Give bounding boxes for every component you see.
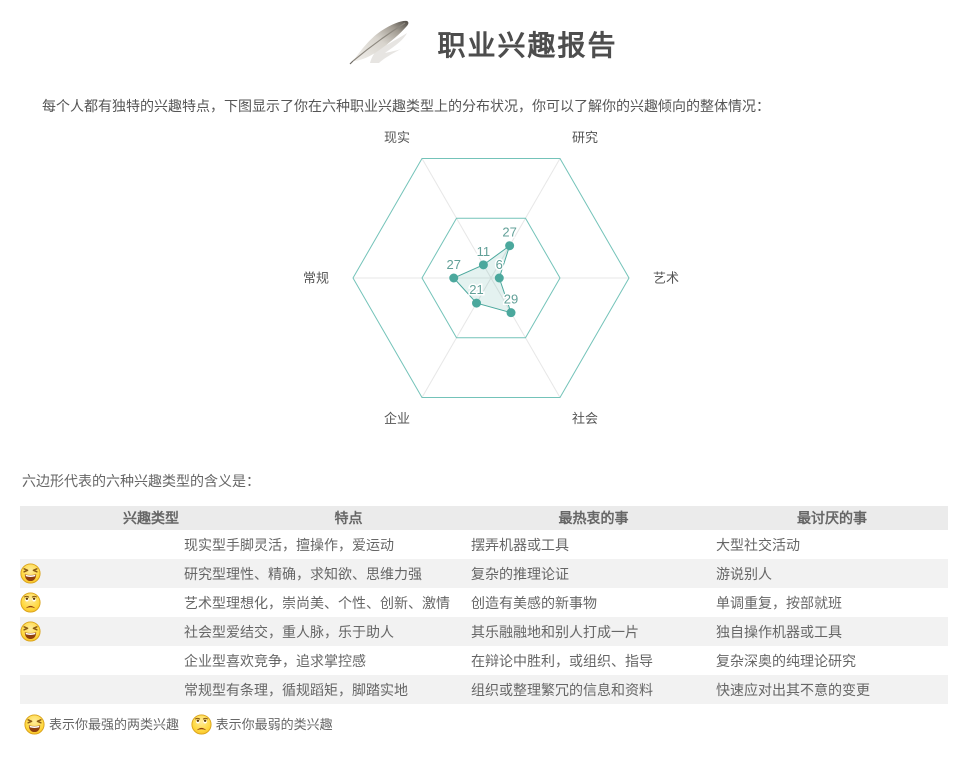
col-header-emoji bbox=[20, 506, 76, 530]
interest-type-cell: 社会型 bbox=[76, 617, 226, 646]
col-header-trait: 特点 bbox=[226, 506, 471, 530]
radar-data-point[interactable] bbox=[449, 274, 458, 283]
table-row: 社会型爱结交，重人脉，乐于助人其乐融融地和别人打成一片独自操作机器或工具 bbox=[20, 617, 948, 646]
radar-value-label: 27 bbox=[446, 257, 460, 272]
emoji-cell-empty bbox=[20, 530, 76, 559]
interest-type-cell: 常规型 bbox=[76, 675, 226, 704]
radar-category-label: 现实 bbox=[383, 130, 409, 145]
strong-interest-emoji-icon bbox=[20, 559, 76, 588]
favorite-cell: 在辩论中胜利，或组织、指导 bbox=[471, 646, 716, 675]
dislike-cell: 大型社交活动 bbox=[716, 530, 948, 559]
intro-text: 每个人都有独特的兴趣特点，下图显示了你在六种职业兴趣类型上的分布状况，你可以了解… bbox=[42, 96, 967, 116]
table-row: 现实型手脚灵活，擅操作，爱运动摆弄机器或工具大型社交活动 bbox=[20, 530, 948, 559]
radar-data-point[interactable] bbox=[506, 308, 515, 317]
dislike-cell: 独自操作机器或工具 bbox=[716, 617, 948, 646]
table-row: 艺术型理想化，崇尚美、个性、创新、激情创造有美感的新事物单调重复，按部就班 bbox=[20, 588, 948, 617]
dislike-cell: 快速应对出其不意的变更 bbox=[716, 675, 948, 704]
table-header-row: 兴趣类型 特点 最热衷的事 最讨厌的事 bbox=[20, 506, 948, 530]
col-header-interest-type: 兴趣类型 bbox=[76, 506, 226, 530]
table-row: 研究型理性、精确，求知欲、思维力强复杂的推理论证游说别人 bbox=[20, 559, 948, 588]
radar-category-label: 常规 bbox=[302, 271, 328, 286]
legend-strong-label: 表示你最强的两类兴趣 bbox=[49, 717, 179, 732]
trait-cell: 爱结交，重人脉，乐于助人 bbox=[226, 617, 471, 646]
dislike-cell: 游说别人 bbox=[716, 559, 948, 588]
radar-data-point[interactable] bbox=[494, 274, 503, 283]
trait-cell: 理性、精确，求知欲、思维力强 bbox=[226, 559, 471, 588]
strong-interest-emoji-icon bbox=[24, 717, 49, 732]
interest-type-cell: 企业型 bbox=[76, 646, 226, 675]
col-header-dislike: 最讨厌的事 bbox=[716, 506, 948, 530]
trait-cell: 有条理，循规蹈矩，脚踏实地 bbox=[226, 675, 471, 704]
trait-cell: 喜欢竞争，追求掌控感 bbox=[226, 646, 471, 675]
radar-value-label: 29 bbox=[503, 292, 517, 307]
interest-type-cell: 研究型 bbox=[76, 559, 226, 588]
weak-interest-emoji-icon bbox=[191, 717, 216, 732]
emoji-cell-empty bbox=[20, 675, 76, 704]
feather-icon bbox=[349, 19, 413, 70]
interest-type-cell: 艺术型 bbox=[76, 588, 226, 617]
radar-value-label: 27 bbox=[502, 225, 516, 240]
radar-value-label: 21 bbox=[469, 282, 483, 297]
dislike-cell: 复杂深奥的纯理论研究 bbox=[716, 646, 948, 675]
radar-category-label: 艺术 bbox=[653, 271, 679, 286]
radar-chart-svg: 11 27 6 29 21 27 现实 研究艺术社会 企业 常规 bbox=[281, 124, 701, 454]
col-header-favorite: 最热衷的事 bbox=[471, 506, 716, 530]
radar-data-point[interactable] bbox=[472, 299, 481, 308]
emoji-cell-empty bbox=[20, 646, 76, 675]
radar-value-label: 11 bbox=[476, 244, 490, 259]
legend-weak-label: 表示你最弱的类兴趣 bbox=[216, 717, 333, 732]
radar-data-point[interactable] bbox=[505, 241, 514, 250]
favorite-cell: 创造有美感的新事物 bbox=[471, 588, 716, 617]
favorite-cell: 摆弄机器或工具 bbox=[471, 530, 716, 559]
weak-interest-emoji-icon bbox=[20, 588, 76, 617]
favorite-cell: 组织或整理繁冗的信息和资料 bbox=[471, 675, 716, 704]
legend: 表示你最强的两类兴趣 表示你最弱的类兴趣 bbox=[24, 714, 967, 735]
table-row: 常规型有条理，循规蹈矩，脚踏实地组织或整理繁冗的信息和资料快速应对出其不意的变更 bbox=[20, 675, 948, 704]
radar-category-label: 社会 bbox=[572, 411, 598, 426]
favorite-cell: 其乐融融地和别人打成一片 bbox=[471, 617, 716, 646]
page-title: 职业兴趣报告 bbox=[437, 24, 617, 64]
strong-interest-emoji-icon bbox=[20, 617, 76, 646]
table-row: 企业型喜欢竞争，追求掌控感在辩论中胜利，或组织、指导复杂深奥的纯理论研究 bbox=[20, 646, 948, 675]
favorite-cell: 复杂的推理论证 bbox=[471, 559, 716, 588]
trait-cell: 理想化，崇尚美、个性、创新、激情 bbox=[226, 588, 471, 617]
radar-data-point[interactable] bbox=[478, 260, 487, 269]
radar-category-label: 研究 bbox=[572, 130, 598, 145]
career-interest-report-page: 职业兴趣报告 每个人都有独特的兴趣特点，下图显示了你在六种职业兴趣类型上的分布状… bbox=[0, 0, 967, 759]
interest-type-cell: 现实型 bbox=[76, 530, 226, 559]
dislike-cell: 单调重复，按部就班 bbox=[716, 588, 948, 617]
interest-types-table: 兴趣类型 特点 最热衷的事 最讨厌的事 现实型手脚灵活，擅操作，爱运动摆弄机器或… bbox=[20, 506, 948, 704]
radar-chart: 11 27 6 29 21 27 现实 研究艺术社会 企业 常规 bbox=[281, 124, 701, 459]
table-intro-text: 六边形代表的六种兴趣类型的含义是： bbox=[22, 471, 967, 491]
trait-cell: 手脚灵活，擅操作，爱运动 bbox=[226, 530, 471, 559]
report-header: 职业兴趣报告 bbox=[0, 0, 967, 72]
radar-category-label: 企业 bbox=[383, 411, 409, 426]
radar-value-label: 6 bbox=[495, 257, 502, 272]
